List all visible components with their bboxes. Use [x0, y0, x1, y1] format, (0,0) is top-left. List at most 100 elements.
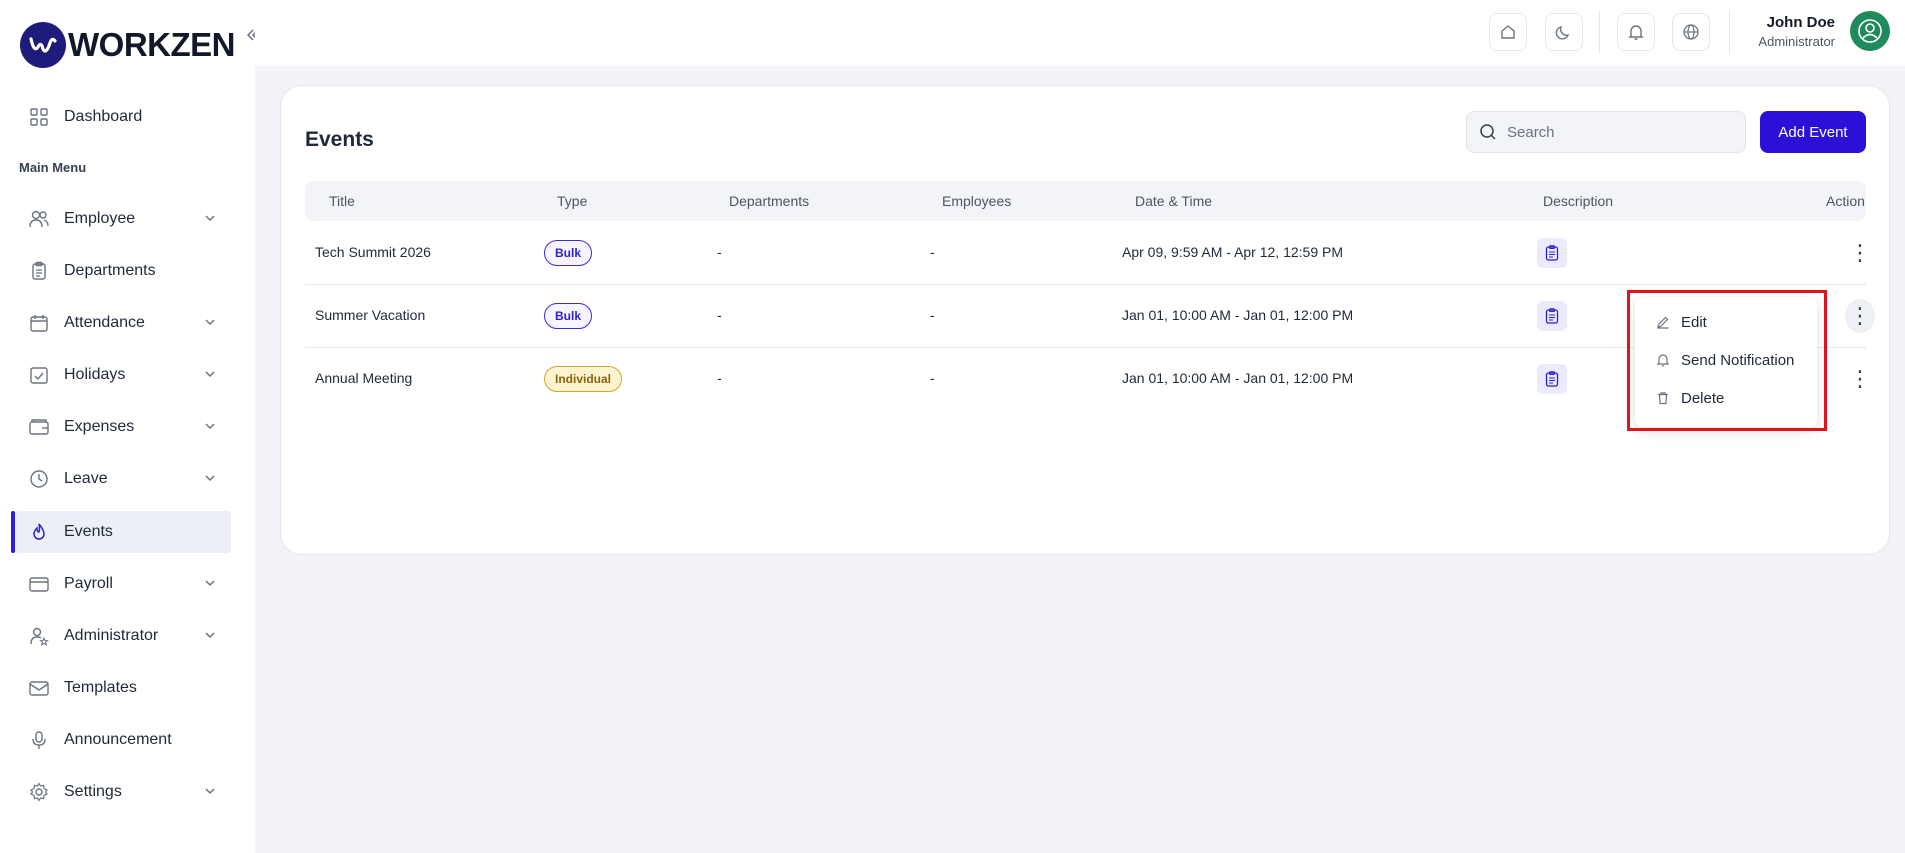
main-menu-label: Main Menu [19, 160, 87, 175]
avatar[interactable] [1850, 11, 1890, 51]
home-button[interactable] [1489, 13, 1527, 51]
chevron-down-icon [203, 315, 217, 334]
gear-icon [28, 781, 50, 803]
row-actions-kebab-icon[interactable]: ⋮ [1845, 299, 1875, 333]
column-header-departments[interactable]: Departments [729, 193, 809, 209]
flame-icon [28, 521, 50, 543]
page-title: Events [305, 128, 374, 151]
moon-icon [1555, 26, 1570, 40]
column-header-type[interactable]: Type [557, 193, 587, 209]
sidebar-item-holidays[interactable]: Holidays [14, 354, 231, 396]
chevron-down-icon [203, 784, 217, 803]
column-header-employees[interactable]: Employees [942, 193, 1011, 209]
table-header: Title Type Departments Employees Date & … [305, 181, 1866, 221]
event-datetime: Jan 01, 10:00 AM - Jan 01, 12:00 PM [1122, 370, 1354, 386]
column-header-action: Action [1826, 193, 1865, 209]
sidebar-item-announcement[interactable]: Announcement [14, 719, 231, 761]
sidebar-item-dashboard[interactable]: Dashboard [14, 96, 231, 138]
sidebar-item-payroll[interactable]: Payroll [14, 563, 231, 605]
search-box[interactable] [1466, 111, 1746, 153]
sidebar-item-label: Attendance [64, 314, 145, 331]
sidebar-item-label: Dashboard [64, 108, 143, 125]
wallet-icon [28, 416, 50, 438]
notifications-button[interactable] [1617, 13, 1655, 51]
column-header-title[interactable]: Title [329, 193, 355, 209]
grid-icon [28, 106, 50, 128]
users-icon [28, 208, 50, 230]
event-departments: - [717, 370, 722, 386]
sidebar-item-administrator[interactable]: Administrator [14, 615, 231, 657]
clipboard-icon [28, 260, 50, 282]
user-star-icon [28, 625, 50, 647]
home-icon [1501, 25, 1515, 39]
clock-icon [28, 468, 50, 490]
type-badge: Bulk [544, 303, 593, 329]
search-icon [1480, 124, 1496, 140]
event-datetime: Apr 09, 9:59 AM - Apr 12, 12:59 PM [1122, 244, 1344, 260]
sidebar-item-templates[interactable]: Templates [14, 667, 231, 709]
chevron-down-icon [203, 471, 217, 490]
sidebar-item-label: Templates [64, 679, 137, 696]
table-row[interactable]: Tech Summit 2026 Bulk - - Apr 09, 9:59 A… [305, 222, 1871, 285]
event-departments: - [717, 244, 722, 260]
column-header-description[interactable]: Description [1543, 193, 1613, 209]
event-departments: - [717, 307, 722, 323]
document-icon [1545, 245, 1559, 261]
row-actions-kebab-icon[interactable]: ⋮ [1845, 362, 1875, 396]
calendar-check-icon [28, 364, 50, 386]
sidebar-item-label: Payroll [64, 575, 113, 592]
topbar: John Doe Administrator [255, 0, 1905, 66]
brand-name: WORKZEN [68, 26, 235, 63]
type-badge: Bulk [544, 240, 593, 266]
highlight-box [1627, 290, 1827, 431]
mail-icon [28, 677, 50, 699]
event-employees: - [930, 370, 935, 386]
logo-mark-icon [20, 22, 66, 68]
bell-icon [1628, 25, 1644, 40]
sidebar-item-departments[interactable]: Departments [14, 250, 231, 292]
event-employees: - [930, 244, 935, 260]
description-button[interactable] [1537, 301, 1567, 331]
sidebar-item-leave[interactable]: Leave [14, 458, 231, 500]
sidebar-item-label: Settings [64, 783, 122, 800]
user-name[interactable]: John Doe [1767, 14, 1835, 31]
chevron-down-icon [203, 211, 217, 230]
sidebar: WORKZEN Dashboard Main Menu Employee Dep… [0, 0, 259, 853]
language-button[interactable] [1672, 13, 1710, 51]
column-header-datetime[interactable]: Date & Time [1135, 193, 1212, 209]
document-icon [1545, 308, 1559, 324]
sidebar-item-label: Departments [64, 262, 156, 279]
topbar-divider [1729, 10, 1730, 54]
event-title: Tech Summit 2026 [315, 244, 431, 260]
user-role: Administrator [1758, 34, 1835, 49]
chevron-down-icon [203, 367, 217, 386]
add-event-button[interactable]: Add Event [1760, 111, 1866, 153]
event-title: Annual Meeting [315, 370, 413, 386]
sidebar-item-label: Leave [64, 470, 108, 487]
chevron-down-icon [203, 628, 217, 647]
document-icon [1545, 371, 1559, 387]
mic-icon [28, 729, 50, 751]
row-actions-kebab-icon[interactable]: ⋮ [1845, 236, 1875, 270]
brand-logo[interactable]: WORKZEN [20, 22, 235, 68]
type-badge: Individual [544, 366, 623, 392]
description-button[interactable] [1537, 238, 1567, 268]
globe-icon [1683, 24, 1699, 40]
chevron-down-icon [203, 419, 217, 438]
sidebar-item-label: Holidays [64, 366, 126, 383]
sidebar-item-events[interactable]: Events [11, 511, 231, 553]
description-button[interactable] [1537, 364, 1567, 394]
sidebar-item-attendance[interactable]: Attendance [14, 302, 231, 344]
chevron-down-icon [203, 576, 217, 595]
search-input[interactable] [1507, 123, 1727, 141]
sidebar-item-expenses[interactable]: Expenses [14, 406, 231, 448]
event-employees: - [930, 307, 935, 323]
event-datetime: Jan 01, 10:00 AM - Jan 01, 12:00 PM [1122, 307, 1354, 323]
dark-mode-button[interactable] [1545, 13, 1583, 51]
topbar-divider [1599, 10, 1600, 54]
sidebar-item-employee[interactable]: Employee [14, 198, 231, 240]
sidebar-item-label: Administrator [64, 627, 159, 644]
sidebar-item-settings[interactable]: Settings [14, 771, 231, 813]
sidebar-item-label: Announcement [64, 731, 172, 748]
sidebar-item-label: Employee [64, 210, 136, 227]
